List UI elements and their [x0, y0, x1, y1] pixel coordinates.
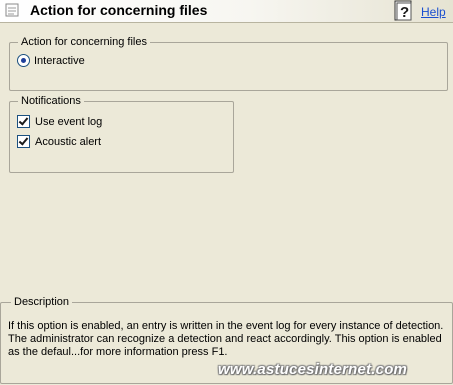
- notifications-group-legend: Notifications: [21, 95, 81, 107]
- description-text: If this option is enabled, an entry is w…: [8, 320, 444, 358]
- interactive-radio-label: Interactive: [34, 54, 85, 67]
- acoustic-alert-checkbox[interactable]: Acoustic alert: [17, 135, 101, 148]
- checkbox-indicator[interactable]: [17, 135, 30, 148]
- svg-text:?: ?: [400, 4, 409, 21]
- watermark: www.astucesinternet.com: [218, 361, 408, 378]
- acoustic-alert-label: Acoustic alert: [35, 135, 102, 148]
- description-legend: Description: [14, 296, 70, 308]
- use-event-log-label: Use event log: [35, 115, 103, 128]
- use-event-log-checkbox[interactable]: Use event log: [17, 115, 102, 128]
- help-book-icon[interactable]: ?: [393, 0, 415, 22]
- radio-indicator[interactable]: [17, 54, 30, 67]
- notifications-group: Notifications: [9, 95, 234, 173]
- checkbox-indicator[interactable]: [17, 115, 30, 128]
- interactive-radio[interactable]: Interactive: [17, 54, 85, 67]
- header-bar: Action for concerning files ? Help: [0, 0, 453, 23]
- config-page-icon: [5, 3, 19, 17]
- action-group-legend: Action for concerning files: [21, 36, 147, 48]
- help-link[interactable]: Help: [421, 5, 446, 19]
- page-title: Action for concerning files: [30, 2, 208, 18]
